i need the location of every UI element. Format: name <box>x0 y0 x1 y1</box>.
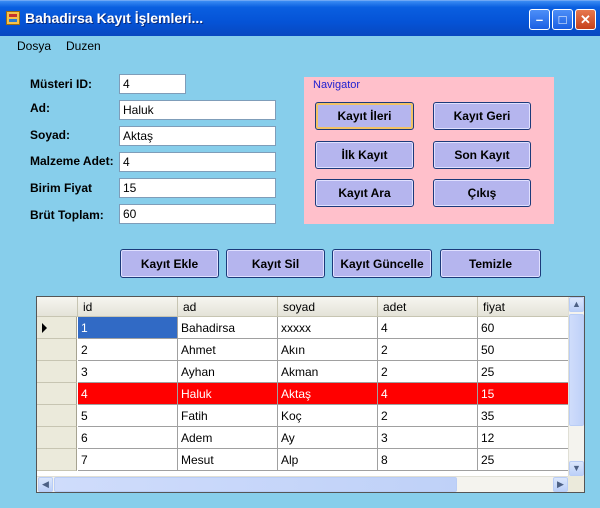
minimize-button[interactable]: – <box>529 9 550 30</box>
grid-cell-fiyat[interactable]: 35 <box>478 405 569 427</box>
birim-fiyat-label: Birim Fiyat <box>30 181 93 195</box>
grid-cell-ad[interactable]: Bahadirsa <box>178 317 278 339</box>
grid-cell-id[interactable]: 4 <box>78 383 178 405</box>
row-header[interactable] <box>37 405 77 427</box>
musteri-id-label: Müsteri ID: <box>30 77 93 91</box>
grid-cell-id[interactable]: 3 <box>78 361 178 383</box>
column-header-ad[interactable]: ad <box>178 297 278 317</box>
kayit-ara-button[interactable]: Kayıt Ara <box>315 179 414 207</box>
brut-toplam-label: Brüt Toplam: <box>30 208 104 222</box>
grid-cell-soyad[interactable]: xxxxx <box>278 317 378 339</box>
title-bar[interactable]: Bahadirsa Kayıt İşlemleri... – □ ✕ <box>0 0 600 36</box>
vertical-scroll-thumb[interactable] <box>569 314 584 426</box>
son-kayit-button[interactable]: Son Kayıt <box>433 141 531 169</box>
brut-toplam-field[interactable]: 60 <box>119 204 276 224</box>
column-header-adet[interactable]: adet <box>378 297 478 317</box>
ad-field[interactable]: Haluk <box>119 100 276 120</box>
column-header-fiyat[interactable]: fiyat <box>478 297 569 317</box>
grid-cell-soyad[interactable]: Akman <box>278 361 378 383</box>
vertical-scrollbar[interactable]: ▲ ▼ <box>568 297 584 476</box>
grid-cell-soyad[interactable]: Aktaş <box>278 383 378 405</box>
grid-corner-header <box>37 297 78 317</box>
app-icon <box>6 11 20 25</box>
scroll-right-icon[interactable]: ▶ <box>553 477 568 492</box>
horizontal-scrollbar[interactable]: ◀ ▶ <box>37 476 568 492</box>
grid-cell-adet[interactable]: 8 <box>378 449 478 471</box>
grid-cell-id[interactable]: 1 <box>78 317 178 339</box>
grid-cell-adet[interactable]: 2 <box>378 339 478 361</box>
horizontal-scroll-thumb[interactable] <box>54 477 457 492</box>
grid-cell-fiyat[interactable]: 12 <box>478 427 569 449</box>
grid-cell-adet[interactable]: 2 <box>378 361 478 383</box>
malzeme-adet-field[interactable]: 4 <box>119 152 276 172</box>
temizle-button[interactable]: Temizle <box>440 249 541 278</box>
grid-cell-soyad[interactable]: Koç <box>278 405 378 427</box>
main-window: Bahadirsa Kayıt İşlemleri... – □ ✕ Dosya… <box>0 0 600 508</box>
navigator-group: Navigator Kayıt İleri Kayıt Geri İlk Kay… <box>304 77 554 224</box>
menu-duzen[interactable]: Duzen <box>66 39 101 53</box>
column-header-soyad[interactable]: soyad <box>278 297 378 317</box>
grid-cell-fiyat[interactable]: 15 <box>478 383 569 405</box>
scroll-down-icon[interactable]: ▼ <box>569 461 584 476</box>
grid-cell-ad[interactable]: Ahmet <box>178 339 278 361</box>
scrollbar-corner <box>568 476 584 492</box>
kayit-sil-button[interactable]: Kayıt Sil <box>226 249 325 278</box>
grid-cell-adet[interactable]: 2 <box>378 405 478 427</box>
grid-cell-ad[interactable]: Mesut <box>178 449 278 471</box>
close-button[interactable]: ✕ <box>575 9 596 30</box>
scroll-up-icon[interactable]: ▲ <box>569 297 584 312</box>
grid-cell-soyad[interactable]: Akın <box>278 339 378 361</box>
records-grid[interactable]: id ad soyad adet fiyat 1 Bahadirsa xxxxx 4 6… <box>36 296 585 493</box>
grid-cell-id[interactable]: 5 <box>78 405 178 427</box>
menu-dosya[interactable]: Dosya <box>17 39 51 53</box>
grid-cell-fiyat[interactable]: 25 <box>478 361 569 383</box>
grid-cell-soyad[interactable]: Ay <box>278 427 378 449</box>
scroll-left-icon[interactable]: ◀ <box>38 477 53 492</box>
grid-cell-fiyat[interactable]: 60 <box>478 317 569 339</box>
grid-cell-adet[interactable]: 4 <box>378 317 478 339</box>
grid-cell-adet[interactable]: 3 <box>378 427 478 449</box>
musteri-id-field[interactable]: 4 <box>119 74 186 94</box>
row-header[interactable] <box>37 339 77 361</box>
navigator-title: Navigator <box>313 79 361 91</box>
grid-cell-fiyat[interactable]: 50 <box>478 339 569 361</box>
ad-label: Ad: <box>30 101 50 115</box>
column-header-id[interactable]: id <box>78 297 178 317</box>
window-title: Bahadirsa Kayıt İşlemleri... <box>25 10 204 26</box>
grid-cell-id[interactable]: 2 <box>78 339 178 361</box>
row-header[interactable] <box>37 317 77 339</box>
current-row-arrow-icon <box>42 323 47 333</box>
grid-cell-fiyat[interactable]: 25 <box>478 449 569 471</box>
grid-cell-id[interactable]: 6 <box>78 427 178 449</box>
menu-bar: Dosya Duzen <box>0 36 600 56</box>
row-header[interactable] <box>37 383 77 405</box>
kayit-ileri-button[interactable]: Kayıt İleri <box>315 102 414 130</box>
grid-cell-soyad[interactable]: Alp <box>278 449 378 471</box>
grid-cell-adet[interactable]: 4 <box>378 383 478 405</box>
ilk-kayit-button[interactable]: İlk Kayıt <box>315 141 414 169</box>
grid-cell-ad[interactable]: Haluk <box>178 383 278 405</box>
soyad-field[interactable]: Aktaş <box>119 126 276 146</box>
row-header[interactable] <box>37 449 77 471</box>
maximize-button[interactable]: □ <box>552 9 573 30</box>
birim-fiyat-field[interactable]: 15 <box>119 178 276 198</box>
row-header[interactable] <box>37 427 77 449</box>
grid-cell-ad[interactable]: Adem <box>178 427 278 449</box>
grid-cell-id[interactable]: 7 <box>78 449 178 471</box>
malzeme-adet-label: Malzeme Adet: <box>30 154 114 168</box>
soyad-label: Soyad: <box>30 128 71 142</box>
grid-cell-ad[interactable]: Fatih <box>178 405 278 427</box>
grid-cell-ad[interactable]: Ayhan <box>178 361 278 383</box>
kayit-guncelle-button[interactable]: Kayıt Güncelle <box>332 249 432 278</box>
cikis-button[interactable]: Çıkış <box>433 179 531 207</box>
row-header[interactable] <box>37 361 77 383</box>
kayit-ekle-button[interactable]: Kayıt Ekle <box>120 249 219 278</box>
kayit-geri-button[interactable]: Kayıt Geri <box>433 102 531 130</box>
